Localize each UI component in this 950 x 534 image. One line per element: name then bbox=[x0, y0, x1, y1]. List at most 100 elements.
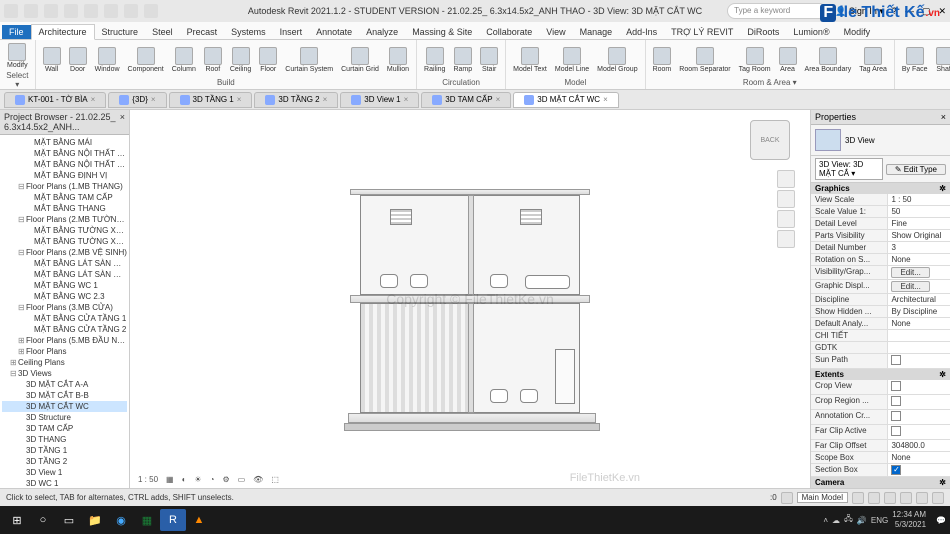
filter-icon[interactable] bbox=[781, 492, 793, 504]
sun-icon[interactable]: ☀ bbox=[192, 475, 203, 484]
ribbon-tab-massing-site[interactable]: Massing & Site bbox=[405, 25, 479, 39]
instance-selector[interactable]: 3D View: 3D MẶT CẮ ▾ bbox=[815, 158, 883, 180]
visual-style-icon[interactable]: ◐ bbox=[180, 475, 189, 484]
ribbon-column[interactable]: Column bbox=[169, 46, 199, 75]
ribbon-tab-precast[interactable]: Precast bbox=[180, 25, 225, 39]
doc-tab[interactable]: 3D MẶT CẮT WC× bbox=[513, 92, 619, 108]
minimize-icon[interactable]: — bbox=[905, 6, 914, 16]
tree-item[interactable]: MẶT BẰNG CỬA TẦNG 2 bbox=[2, 324, 127, 335]
tray-cloud-icon[interactable]: ☁ bbox=[832, 516, 840, 525]
props-row[interactable]: Default Analy...None bbox=[811, 318, 950, 330]
props-row[interactable]: Annotation Cr... bbox=[811, 410, 950, 425]
view-type[interactable]: 3D View bbox=[845, 136, 875, 145]
view-scale[interactable]: 1 : 50 bbox=[136, 475, 160, 484]
taskbar-clock[interactable]: 12:34 AM 5/3/2021 bbox=[892, 510, 932, 530]
doc-tab[interactable]: 3D TẦNG 1× bbox=[169, 92, 253, 108]
crop-icon[interactable]: ▭ bbox=[236, 475, 248, 484]
tree-item[interactable]: 3D MẶT CẮT B-B bbox=[2, 390, 127, 401]
ribbon-tab-analyze[interactable]: Analyze bbox=[359, 25, 405, 39]
tree-item[interactable]: MẶT BẰNG LÁT SÀN WC 2.3 bbox=[2, 269, 127, 280]
nav-pan[interactable] bbox=[777, 190, 795, 208]
nav-orbit[interactable] bbox=[777, 230, 795, 248]
doc-tab[interactable]: 3D TAM CẤP× bbox=[421, 92, 511, 108]
tree-item[interactable]: ⊟Floor Plans (3.MB CỬA) bbox=[2, 302, 127, 313]
ribbon-tab-structure[interactable]: Structure bbox=[95, 25, 146, 39]
tree-item[interactable]: MẮT BẰNG THANG bbox=[2, 203, 127, 214]
viewport-3d[interactable]: BACK 1 : 50 ▦ ◐ ☀ ◔ ⚙ ▭ 👁 ⬚ Copyright © … bbox=[130, 110, 810, 488]
start-button[interactable]: ⊞ bbox=[4, 509, 30, 531]
tree-item[interactable]: 3D THANG bbox=[2, 434, 127, 445]
workset-selector[interactable]: Main Model bbox=[797, 492, 848, 503]
ribbon-mullion[interactable]: Mullion bbox=[384, 46, 412, 75]
doc-tab[interactable]: {3D}× bbox=[108, 92, 166, 108]
tree-item[interactable]: MẶT BẰNG NỘI THẤT TẦNG 2 bbox=[2, 159, 127, 170]
tree-item[interactable]: ⊟Floor Plans (2.MB TƯỜNG XÂY) bbox=[2, 214, 127, 225]
props-row[interactable]: Sun Path bbox=[811, 354, 950, 369]
excel-icon[interactable]: ▦ bbox=[134, 509, 160, 531]
detail-level-icon[interactable]: ▦ bbox=[164, 475, 176, 484]
props-row[interactable]: DisciplineArchitectural bbox=[811, 294, 950, 306]
ribbon-tab-modify[interactable]: Modify bbox=[837, 25, 878, 39]
props-row[interactable]: Crop Region ... bbox=[811, 395, 950, 410]
doc-tab[interactable]: KT-001 - TỜ BÌA× bbox=[4, 92, 106, 108]
props-group-header[interactable]: Camera✲ bbox=[811, 477, 950, 488]
doc-tab[interactable]: 3D View 1× bbox=[340, 92, 419, 108]
ribbon-curtain-system[interactable]: Curtain System bbox=[282, 46, 336, 75]
status-ico-1[interactable] bbox=[852, 492, 864, 504]
tree-item[interactable]: ⊟Floor Plans (1.MB THANG) bbox=[2, 181, 127, 192]
browser-icon[interactable]: ◉ bbox=[108, 509, 134, 531]
props-row[interactable]: Show Hidden ...By Discipline bbox=[811, 306, 950, 318]
props-row[interactable]: Detail LevelFine bbox=[811, 218, 950, 230]
browser-close-icon[interactable]: × bbox=[120, 112, 125, 132]
tree-item[interactable]: 3D View 1 bbox=[2, 467, 127, 478]
cortana-icon[interactable]: ○ bbox=[30, 509, 56, 531]
ribbon-tab-diroots[interactable]: DiRoots bbox=[740, 25, 786, 39]
status-ico-5[interactable] bbox=[916, 492, 928, 504]
revit-task-icon[interactable]: R bbox=[160, 509, 186, 531]
search-input[interactable]: Type a keyword bbox=[727, 3, 827, 19]
close-icon[interactable]: ✕ bbox=[938, 6, 946, 17]
ribbon-modify[interactable]: Modify bbox=[4, 42, 31, 71]
ribbon-tag-room[interactable]: Tag Room bbox=[736, 46, 774, 75]
tree-item[interactable]: ⊟3D Views bbox=[2, 368, 127, 379]
props-row[interactable]: View Scale1 : 50 bbox=[811, 194, 950, 206]
signin-button[interactable]: 👤 Sign In ▾ bbox=[835, 6, 884, 17]
maximize-icon[interactable]: ▢ bbox=[922, 6, 931, 17]
tree-item[interactable]: ⊞Floor Plans (5.MB ĐẦU NỐI ME) bbox=[2, 335, 127, 346]
ribbon-stair[interactable]: Stair bbox=[477, 46, 501, 75]
tree-item[interactable]: MẶT BẰNG ĐỊNH VỊ bbox=[2, 170, 127, 181]
ribbon-tab-file[interactable]: File bbox=[2, 25, 31, 39]
tree-item[interactable]: MẶT BẰNG TAM CẤP bbox=[2, 192, 127, 203]
tree-item[interactable]: MẶT BẰNG TƯỜNG XÂY TẦNG 1 bbox=[2, 225, 127, 236]
ribbon-tab-lumion-[interactable]: Lumion® bbox=[786, 25, 836, 39]
props-close-icon[interactable]: × bbox=[941, 112, 946, 122]
tree-item[interactable]: 3D MẶT CẮT WC bbox=[2, 401, 127, 412]
tree-item[interactable]: 3D MẶT CẮT A-A bbox=[2, 379, 127, 390]
ribbon-window[interactable]: Window bbox=[92, 46, 123, 75]
ribbon-ramp[interactable]: Ramp bbox=[450, 46, 475, 75]
ribbon-by-face[interactable]: By Face bbox=[899, 46, 931, 75]
props-row[interactable]: Detail Number3 bbox=[811, 242, 950, 254]
props-group-header[interactable]: Extents✲ bbox=[811, 369, 950, 380]
ribbon-roof[interactable]: Roof bbox=[201, 46, 225, 75]
ribbon-shaft[interactable]: Shaft bbox=[933, 46, 950, 75]
shadow-icon[interactable]: ◔ bbox=[208, 475, 217, 484]
props-row[interactable]: Parts VisibilityShow Original bbox=[811, 230, 950, 242]
ribbon-area[interactable]: Area bbox=[776, 46, 800, 75]
props-row[interactable]: Far Clip Active bbox=[811, 425, 950, 440]
ribbon-model-text[interactable]: Model Text bbox=[510, 46, 550, 75]
ribbon-wall[interactable]: Wall bbox=[40, 46, 64, 75]
qat-open[interactable] bbox=[24, 4, 38, 18]
ribbon-component[interactable]: Component bbox=[125, 46, 167, 75]
qat-print[interactable] bbox=[124, 4, 138, 18]
qat-measure[interactable] bbox=[144, 4, 158, 18]
props-row[interactable]: Section Box✓ bbox=[811, 464, 950, 477]
hide-icon[interactable]: 👁 bbox=[251, 475, 265, 484]
tree-item[interactable]: MẶT BẰNG CỬA TẦNG 1 bbox=[2, 313, 127, 324]
tree-item[interactable]: ⊞Floor Plans bbox=[2, 346, 127, 357]
ribbon-tab-manage[interactable]: Manage bbox=[573, 25, 620, 39]
ribbon-model-group[interactable]: Model Group bbox=[594, 46, 640, 75]
props-row[interactable]: Crop View bbox=[811, 380, 950, 395]
nav-zoom[interactable] bbox=[777, 210, 795, 228]
ribbon-room[interactable]: Room bbox=[650, 46, 675, 75]
